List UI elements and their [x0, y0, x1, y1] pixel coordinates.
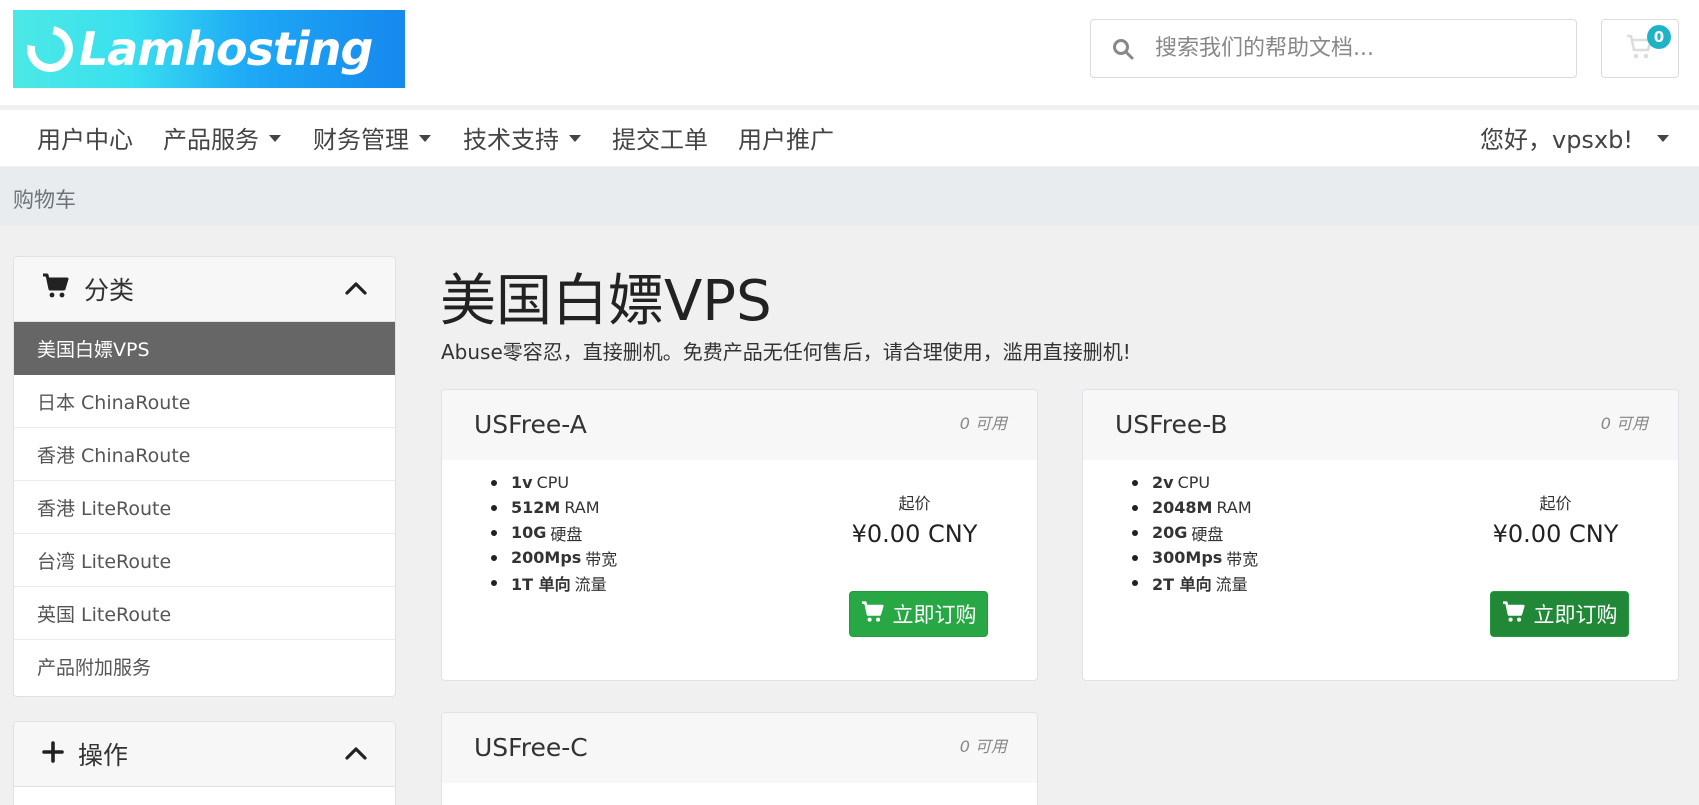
nav-support[interactable]: 技术支持 [463, 120, 581, 155]
feature-item: 10G 硬盘 [491, 520, 617, 545]
caret-down-icon [1657, 135, 1669, 142]
search-icon [1091, 38, 1155, 60]
nav-label: 用户中心 [37, 126, 133, 154]
plus-icon [42, 740, 64, 769]
feature-item: 200Mps 带宽 [491, 545, 617, 570]
logo-text: Lamhosting [79, 22, 373, 76]
chevron-up-icon[interactable] [345, 280, 367, 299]
search-box[interactable] [1090, 19, 1577, 78]
breadcrumb-current: 购物车 [13, 188, 76, 212]
product-header: USFree-A 0 可用 [442, 390, 1037, 460]
page-title: 美国白嫖VPS [440, 269, 772, 334]
nav-submit-ticket[interactable]: 提交工单 [612, 120, 708, 155]
nav-label: 提交工单 [612, 126, 708, 154]
categories-header[interactable]: 分类 [14, 257, 395, 322]
cart-icon [1502, 600, 1526, 628]
nav-label: 技术支持 [463, 126, 559, 154]
sidebar-item-japan-chinaroute[interactable]: 日本 ChinaRoute [14, 375, 395, 428]
nav-billing[interactable]: 财务管理 [313, 120, 431, 155]
sidebar-item-hk-literoute[interactable]: 香港 LiteRoute [14, 481, 395, 534]
product-name: USFree-A [474, 410, 587, 439]
product-availability: 0 可用 [959, 737, 1007, 756]
price-label: 起价 [1539, 494, 1572, 513]
nav-affiliates[interactable]: 用户推广 [738, 120, 834, 155]
price-value: ¥0.00 CNY [1492, 520, 1619, 548]
sidebar-item-uk-literoute[interactable]: 英国 LiteRoute [14, 587, 395, 640]
product-availability: 0 可用 [959, 414, 1007, 433]
cart-count-badge: 0 [1647, 25, 1671, 49]
caret-down-icon [269, 135, 281, 142]
product-name: USFree-C [474, 733, 588, 762]
price-box: 起价 ¥0.00 CNY [1463, 490, 1648, 548]
categories-title: 分类 [84, 276, 135, 305]
feature-item: 300Mps 带宽 [1132, 545, 1258, 570]
caret-down-icon [419, 135, 431, 142]
product-header: USFree-B 0 可用 [1083, 390, 1678, 460]
user-greeting: 您好，vpsxb! [1480, 126, 1633, 154]
breadcrumb: 购物车 [0, 167, 1699, 226]
order-button-label: 立即订购 [892, 603, 977, 627]
feature-item: 1T 单向 流量 [491, 570, 617, 595]
nav-products[interactable]: 产品服务 [163, 120, 281, 155]
search-input[interactable] [1155, 36, 1555, 61]
cart-button[interactable]: 0 [1601, 19, 1679, 78]
chevron-up-icon[interactable] [345, 745, 367, 764]
feature-item: 2v CPU [1132, 470, 1258, 495]
logo-ring-icon [17, 16, 83, 82]
sidebar-item-hk-chinaroute[interactable]: 香港 ChinaRoute [14, 428, 395, 481]
product-header: USFree-C 0 可用 [442, 713, 1037, 783]
nav-user-center[interactable]: 用户中心 [37, 120, 133, 155]
main-nav: 用户中心 产品服务 财务管理 技术支持 提交工单 用户推广 您好，vpsxb! [0, 110, 1699, 166]
caret-down-icon [569, 135, 581, 142]
product-availability: 0 可用 [1600, 414, 1648, 433]
order-now-button[interactable]: 立即订购 [1490, 591, 1629, 637]
product-card: USFree-C 0 可用 [441, 712, 1038, 805]
cart-icon [42, 273, 70, 305]
feature-item: 512M RAM [491, 495, 617, 520]
nav-label: 财务管理 [313, 126, 409, 154]
feature-list: 2v CPU 2048M RAM 20G 硬盘 300Mps 带宽 2T 单向 流量 [1132, 470, 1258, 595]
feature-list: 1v CPU 512M RAM 10G 硬盘 200Mps 带宽 1T 单向 流量 [491, 470, 617, 595]
product-card: USFree-B 0 可用 2v CPU 2048M RAM 20G 硬盘 300Mp… [1082, 389, 1679, 681]
sidebar-item-tw-literoute[interactable]: 台湾 LiteRoute [14, 534, 395, 587]
order-now-button[interactable]: 立即订购 [849, 591, 988, 637]
cart-icon [861, 600, 885, 628]
price-value: ¥0.00 CNY [851, 520, 978, 548]
nav-label: 产品服务 [163, 126, 259, 154]
actions-title: 操作 [78, 741, 129, 770]
feature-item: 20G 硬盘 [1132, 520, 1258, 545]
user-menu[interactable]: 您好，vpsxb! [1480, 120, 1669, 155]
product-body: 1v CPU 512M RAM 10G 硬盘 200Mps 带宽 1T 单向 流量 起价 … [442, 460, 1037, 680]
price-label: 起价 [898, 494, 931, 513]
top-header: Lamhosting 0 [0, 0, 1699, 105]
sidebar-item-addons[interactable]: 产品附加服务 [14, 640, 395, 693]
order-button-label: 立即订购 [1533, 603, 1618, 627]
page-subtitle: Abuse零容忍，直接删机。免费产品无任何售后，请合理使用，滥用直接删机! [441, 340, 1131, 364]
product-card: USFree-A 0 可用 1v CPU 512M RAM 10G 硬盘 200Mps… [441, 389, 1038, 681]
feature-item: 1v CPU [491, 470, 617, 495]
sidebar-item-us-free-vps[interactable]: 美国白嫖VPS [14, 322, 395, 375]
brand-logo[interactable]: Lamhosting [13, 10, 405, 88]
feature-item: 2T 单向 流量 [1132, 570, 1258, 595]
product-body: 2v CPU 2048M RAM 20G 硬盘 300Mps 带宽 2T 单向 流量 起价… [1083, 460, 1678, 680]
actions-header[interactable]: 操作 [14, 722, 395, 787]
actions-panel: 操作 [13, 721, 396, 805]
price-box: 起价 ¥0.00 CNY [822, 490, 1007, 548]
product-name: USFree-B [1115, 410, 1228, 439]
nav-label: 用户推广 [738, 126, 834, 154]
categories-panel: 分类 美国白嫖VPS 日本 ChinaRoute 香港 ChinaRoute 香… [13, 256, 396, 697]
feature-item: 2048M RAM [1132, 495, 1258, 520]
